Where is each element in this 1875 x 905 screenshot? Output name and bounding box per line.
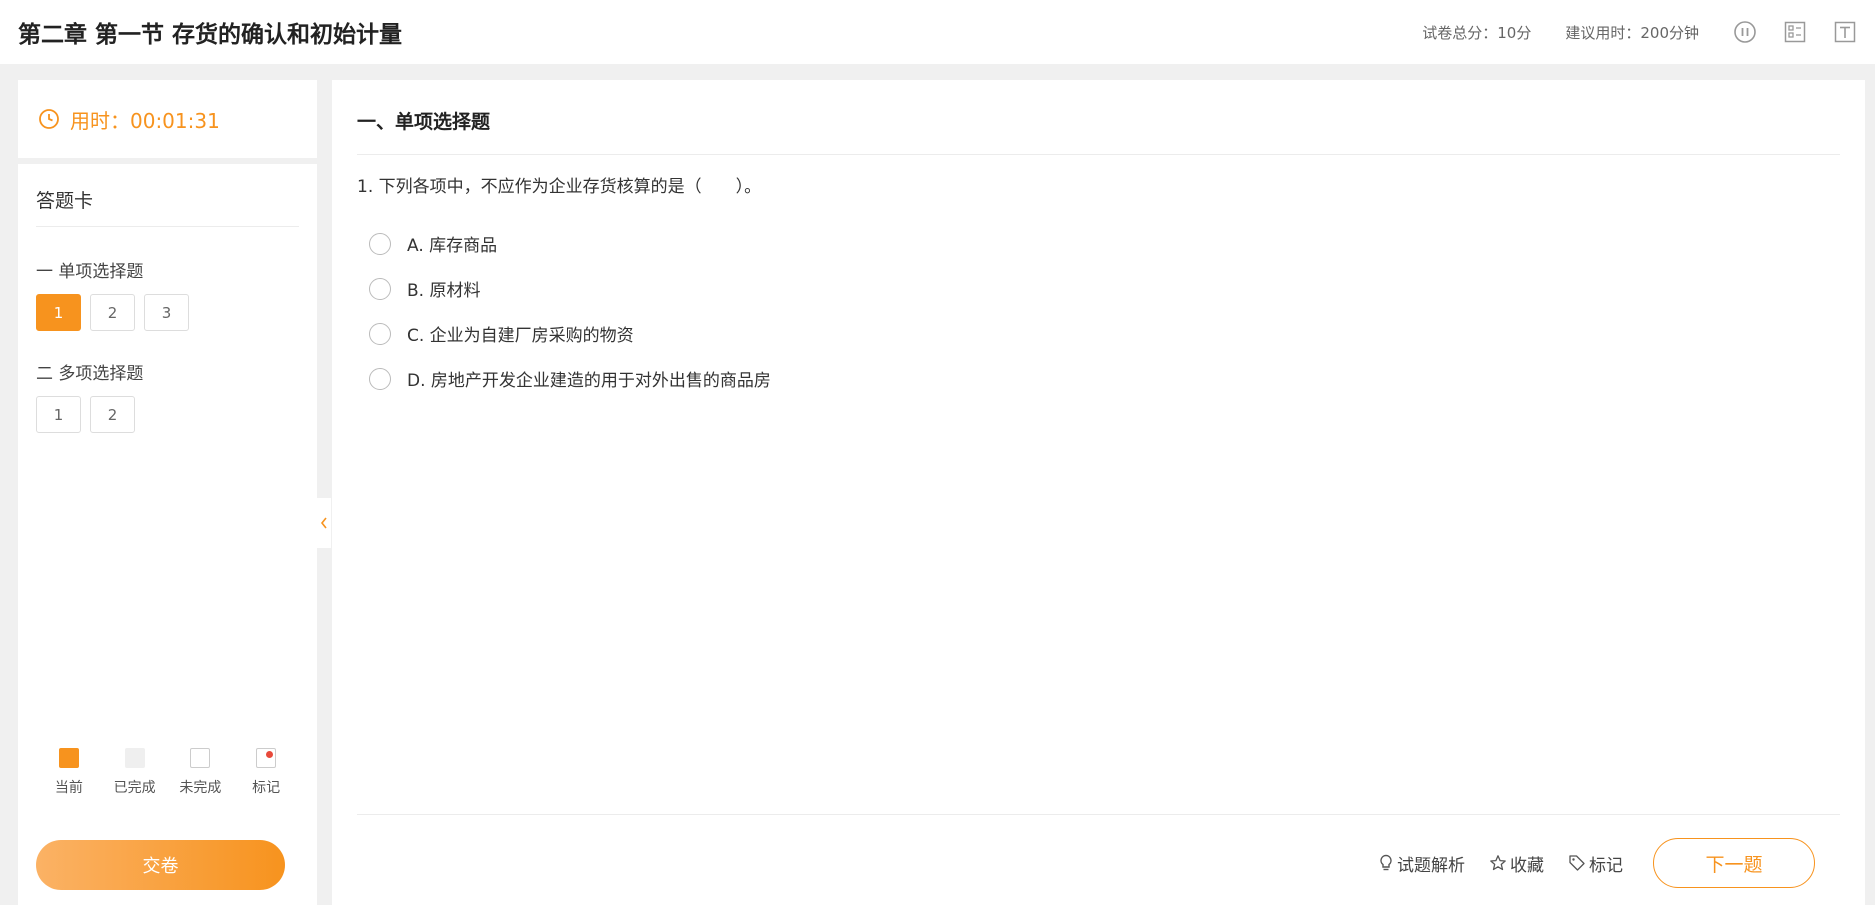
mark-button[interactable]: 标记 — [1568, 851, 1623, 876]
section-title: 一、单项选择题 — [357, 80, 1840, 155]
legend-todo-label: 未完成 — [179, 780, 222, 796]
legend-todo: 未完成 — [170, 748, 230, 797]
tag-icon — [1569, 855, 1585, 871]
footer-actions: 试题解析 收藏 标记 下一题 — [1354, 838, 1815, 888]
option-label: D. 房地产开发企业建造的用于对外出售的商品房 — [407, 371, 771, 391]
suggested-time: 建议用时：200分钟 — [1565, 23, 1699, 42]
legend-mark: 标记 — [236, 748, 296, 797]
sidebar: 用时：00:01:31 答题卡 一 单项选择题 1 2 3 二 多项选择题 1 … — [18, 80, 317, 905]
legend-done-swatch — [124, 748, 145, 768]
option-d[interactable]: D. 房地产开发企业建造的用于对外出售的商品房 — [357, 356, 1840, 401]
question-number-button[interactable]: 1 — [36, 396, 81, 433]
analysis-label: 试题解析 — [1397, 855, 1465, 876]
question-number-button[interactable]: 3 — [144, 294, 189, 331]
group-label-single: 一 单项选择题 — [36, 262, 144, 282]
legend-todo-swatch — [190, 748, 211, 768]
mark-label: 标记 — [1589, 855, 1623, 876]
chevron-left-icon — [320, 517, 327, 529]
analysis-button[interactable]: 试题解析 — [1378, 851, 1465, 876]
legend-mark-label: 标记 — [252, 780, 281, 796]
total-score: 试卷总分：10分 — [1422, 23, 1532, 42]
question-stem: 1. 下列各项中，不应作为企业存货核算的是（ ）。 — [357, 177, 762, 197]
option-a[interactable]: A. 库存商品 — [357, 221, 1840, 266]
header-right: 试卷总分：10分 建议用时：200分钟 — [1422, 0, 1857, 64]
clock-icon — [39, 109, 59, 129]
collapse-sidebar-button[interactable] — [317, 498, 331, 548]
option-label: A. 库存商品 — [407, 236, 498, 256]
option-list: A. 库存商品 B. 原材料 C. 企业为自建厂房采购的物资 D. 房地产开发企… — [357, 221, 1840, 401]
radio-button[interactable] — [369, 232, 391, 255]
legend-done: 已完成 — [105, 748, 165, 797]
radio-button[interactable] — [369, 322, 391, 345]
lightbulb-icon — [1380, 854, 1392, 871]
pause-icon[interactable] — [1733, 20, 1757, 44]
elapsed-timer: 用时：00:01:31 — [70, 108, 220, 133]
question-number-button[interactable]: 1 — [36, 294, 81, 331]
answer-card-icon[interactable] — [1783, 20, 1807, 44]
group-label-multiple: 二 多项选择题 — [36, 364, 144, 384]
status-legend: 当前 已完成 未完成 标记 — [18, 748, 317, 797]
question-number-button[interactable]: 2 — [90, 294, 135, 331]
favorite-button[interactable]: 收藏 — [1489, 851, 1544, 876]
answer-card: 答题卡 一 单项选择题 1 2 3 二 多项选择题 1 2 当前 已完成 未完成 — [18, 164, 317, 905]
page-title: 第二章 第一节 存货的确认和初始计量 — [18, 22, 403, 48]
multiple-choice-numbers: 1 2 — [36, 396, 299, 433]
option-label: C. 企业为自建厂房采购的物资 — [407, 326, 634, 346]
radio-button[interactable] — [369, 367, 391, 390]
question-number-button[interactable]: 2 — [90, 396, 135, 433]
option-label: B. 原材料 — [407, 281, 481, 301]
legend-current: 当前 — [39, 748, 99, 797]
legend-current-label: 当前 — [54, 780, 83, 796]
question-panel: 一、单项选择题 1. 下列各项中，不应作为企业存货核算的是（ ）。 A. 库存商… — [332, 80, 1865, 905]
legend-done-label: 已完成 — [113, 780, 156, 796]
legend-current-swatch — [58, 748, 79, 768]
star-icon — [1490, 855, 1506, 871]
timer-box: 用时：00:01:31 — [18, 80, 317, 158]
answer-card-title: 答题卡 — [36, 164, 299, 227]
submit-exam-button[interactable]: 交卷 — [36, 840, 285, 890]
font-size-icon[interactable] — [1833, 20, 1857, 44]
single-choice-numbers: 1 2 3 — [36, 294, 299, 331]
next-question-button[interactable]: 下一题 — [1653, 838, 1815, 888]
top-header: 第二章 第一节 存货的确认和初始计量 试卷总分：10分 建议用时：200分钟 — [0, 0, 1875, 64]
radio-button[interactable] — [369, 277, 391, 300]
favorite-label: 收藏 — [1510, 855, 1544, 876]
footer-divider — [357, 814, 1840, 815]
option-b[interactable]: B. 原材料 — [357, 266, 1840, 311]
option-c[interactable]: C. 企业为自建厂房采购的物资 — [357, 311, 1840, 356]
legend-mark-swatch — [256, 748, 277, 768]
